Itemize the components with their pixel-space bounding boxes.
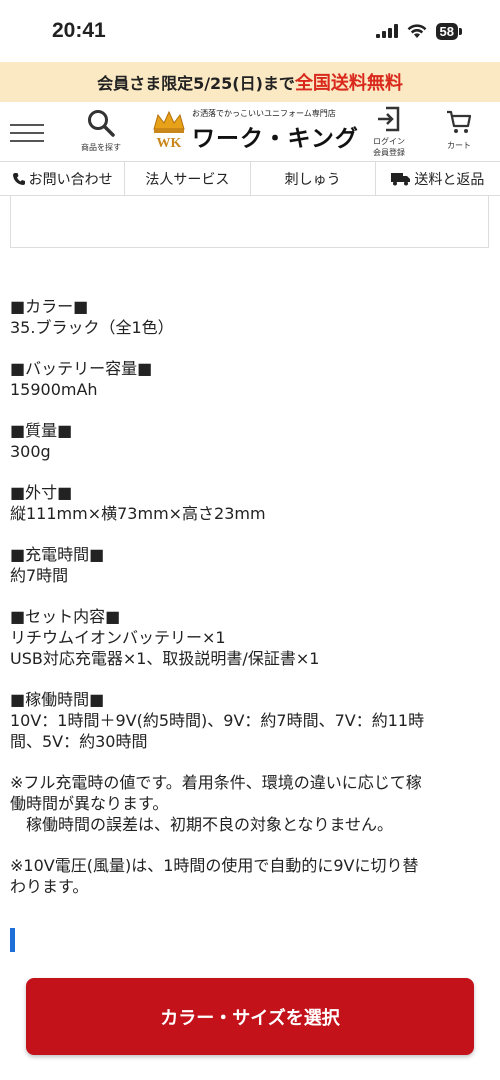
spec-color: ■カラー■ 35.ブラック（全1色） xyxy=(10,296,485,338)
nav-item-contact[interactable]: お問い合わせ xyxy=(0,162,126,195)
battery-level: 58 xyxy=(435,22,458,40)
status-time: 20:41 xyxy=(52,19,106,42)
crown-logo-icon: WK xyxy=(153,110,185,151)
truck-icon xyxy=(391,172,411,185)
search-button[interactable]: 商品を探す xyxy=(76,108,126,153)
signal-icon xyxy=(375,24,398,38)
spec-heading: ■外寸■ xyxy=(10,483,73,502)
spec-value: 35.ブラック（全1色） xyxy=(10,318,174,337)
spec-value: 15900mAh xyxy=(10,380,98,399)
section-accent-bar xyxy=(10,928,15,952)
promo-text: 会員さま限定5/25(日)まで xyxy=(97,74,295,93)
cart-label: カート xyxy=(447,141,471,150)
nav-item-corporate[interactable]: 法人サービス xyxy=(125,162,251,195)
spec-charge-time: ■充電時間■ 約7時間 xyxy=(10,544,485,586)
spec-heading: ■質量■ xyxy=(10,421,73,440)
logo-tagline: お洒落でかっこいいユニフォーム専門店 xyxy=(192,109,336,118)
nav-item-label: 刺しゅう xyxy=(284,171,341,188)
spec-heading: ■セット内容■ xyxy=(10,607,121,626)
search-icon xyxy=(88,110,115,137)
product-specs: ■カラー■ 35.ブラック（全1色） ■バッテリー容量■ 15900mAh ■質… xyxy=(10,296,485,917)
phone-icon xyxy=(12,172,25,185)
spec-dimensions: ■外寸■ 縦111mm×横73mm×高さ23mm xyxy=(10,482,485,524)
cart-icon xyxy=(447,110,472,133)
status-bar: 20:41 58 xyxy=(0,0,500,62)
spec-weight: ■質量■ 300g xyxy=(10,420,485,462)
spec-value: 10V：1時間＋9V(約5時間)、9V：約7時間、7V：約11時 間、5V：約3… xyxy=(10,711,425,751)
cart-button[interactable]: カート xyxy=(436,108,482,151)
nav-item-embroidery[interactable]: 刺しゅう xyxy=(251,162,376,195)
spec-runtime: ■稼働時間■ 10V：1時間＋9V(約5時間)、9V：約7時間、7V：約11時 … xyxy=(10,689,485,752)
site-logo[interactable]: WK お洒落でかっこいいユニフォーム専門店 ワーク・キング xyxy=(150,108,359,153)
spec-note: ※フル充電時の値です。着用条件、環境の違いに応じて稼 働時間が異なります。 稼働… xyxy=(10,773,422,834)
spec-value: 縦111mm×横73mm×高さ23mm xyxy=(10,504,266,523)
menu-icon[interactable] xyxy=(10,124,44,148)
spec-heading: ■充電時間■ xyxy=(10,545,105,564)
site-header: 商品を探す WK お洒落でかっこいいユニフォーム専門店 ワーク・キング ログイン… xyxy=(0,102,500,162)
login-icon xyxy=(378,106,400,132)
spec-value: 300g xyxy=(10,442,51,461)
spec-battery-capacity: ■バッテリー容量■ 15900mAh xyxy=(10,358,485,400)
register-label: 会員登録 xyxy=(373,148,405,157)
content-box xyxy=(10,196,489,248)
spec-heading: ■バッテリー容量■ xyxy=(10,359,153,378)
wifi-icon xyxy=(407,23,426,38)
promo-banner[interactable]: 会員さま限定5/25(日)まで 全国送料無料 xyxy=(0,62,500,102)
spec-heading: ■稼働時間■ xyxy=(10,690,105,709)
nav-item-label: お問い合わせ xyxy=(28,171,113,188)
promo-highlight: 全国送料無料 xyxy=(294,73,403,94)
logo-mark: WK xyxy=(157,136,182,151)
status-icons: 58 xyxy=(375,22,462,40)
spec-value: 約7時間 xyxy=(10,566,69,585)
spec-note: ※10V電圧(風量)は、1時間の使用で自動的に9Vに切り替 わります。 xyxy=(10,856,419,896)
spec-heading: ■カラー■ xyxy=(10,297,89,316)
select-color-size-button[interactable]: カラー・サイズを選択 xyxy=(26,978,474,1055)
nav-item-shipping[interactable]: 送料と返品 xyxy=(376,162,500,195)
nav-item-label: 送料と返品 xyxy=(414,171,485,188)
nav-bar: お問い合わせ 法人サービス 刺しゅう 送料と返品 xyxy=(0,162,500,196)
spec-value: リチウムイオンバッテリー×1 USB対応充電器×1、取扱説明書/保証書×1 xyxy=(10,628,320,668)
nav-item-label: 法人サービス xyxy=(145,171,230,188)
login-button[interactable]: ログイン 会員登録 xyxy=(366,106,412,158)
login-label: ログイン xyxy=(373,137,405,146)
spec-set-contents: ■セット内容■ リチウムイオンバッテリー×1 USB対応充電器×1、取扱説明書/… xyxy=(10,606,485,669)
battery-icon: 58 xyxy=(435,22,462,40)
search-label: 商品を探す xyxy=(81,143,121,152)
logo-name: ワーク・キング xyxy=(192,126,359,152)
